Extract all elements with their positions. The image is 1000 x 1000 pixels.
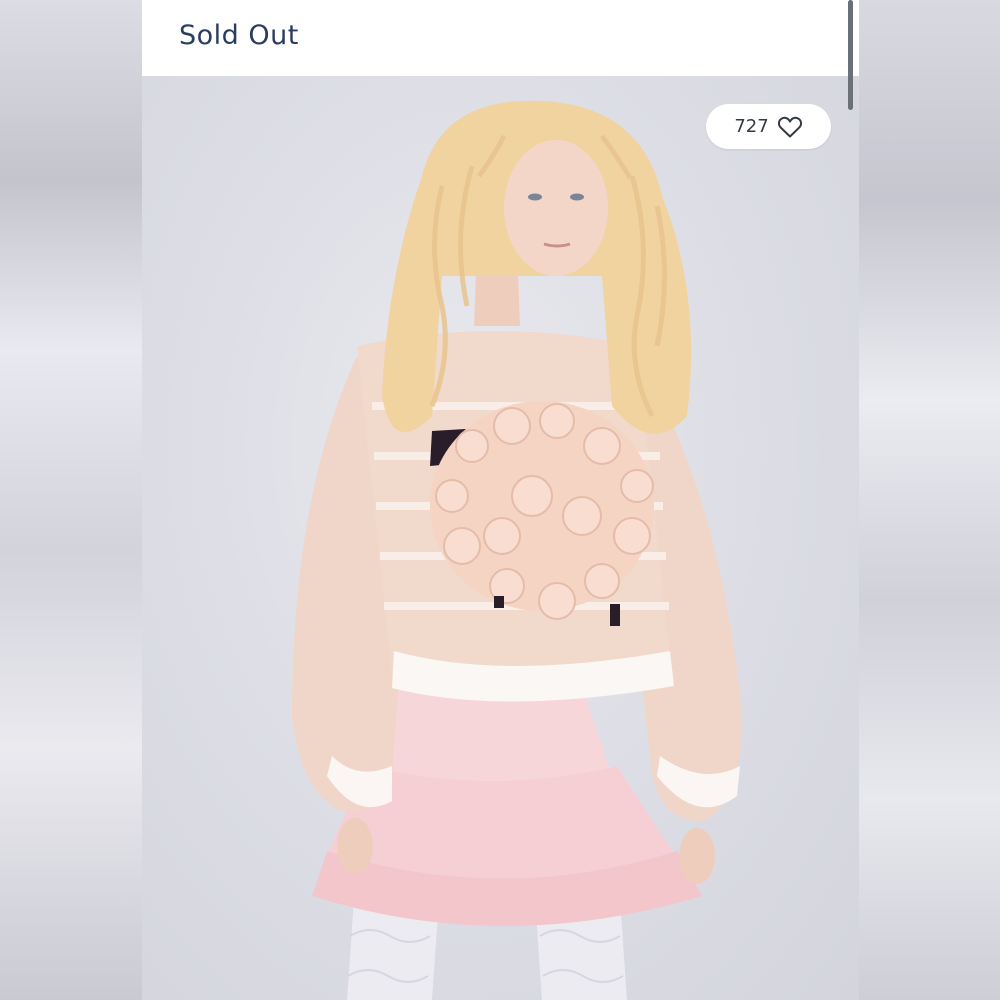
product-status-bar: Sold Out — [142, 0, 859, 76]
like-button[interactable]: 727 — [706, 104, 831, 149]
right-hand — [679, 828, 715, 884]
blurred-background-left — [0, 0, 142, 1000]
scrollbar[interactable] — [848, 0, 853, 110]
like-count: 727 — [734, 116, 769, 137]
model-illustration — [292, 100, 742, 1000]
sold-out-label: Sold Out — [179, 20, 299, 51]
face — [504, 140, 608, 276]
product-photo[interactable]: 727 — [142, 76, 859, 1000]
left-hand — [337, 818, 373, 874]
blurred-background-right — [858, 0, 1000, 1000]
product-view: Sold Out 727 — [142, 0, 859, 1000]
heart-outline-icon — [777, 116, 802, 137]
